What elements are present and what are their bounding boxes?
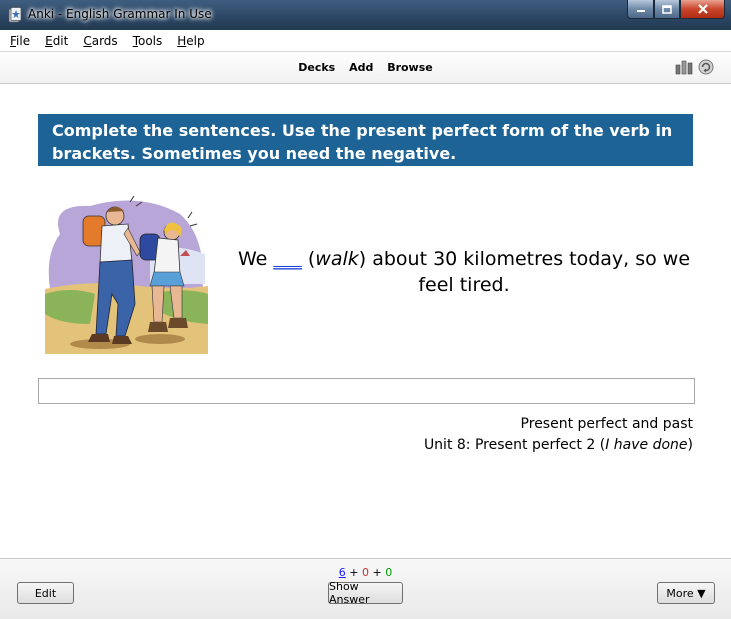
source-reference: Present perfect and past Unit 8: Present… — [424, 414, 693, 456]
anki-app-icon — [8, 7, 22, 23]
menu-edit[interactable]: Edit — [45, 34, 68, 48]
window-title: Anki - English Grammar In Use — [28, 7, 212, 21]
source-topic: Present perfect and past — [520, 416, 693, 432]
maximize-button[interactable] — [654, 0, 680, 19]
source-unit: Unit 8: Present perfect 2 (I have done) — [423, 437, 693, 453]
menu-bar: File Edit Cards Tools Help — [0, 30, 731, 52]
more-button[interactable]: More ▼ — [657, 582, 715, 604]
browse-link[interactable]: Browse — [387, 61, 433, 74]
menu-file[interactable]: File — [10, 34, 30, 48]
top-nav: Decks Add Browse — [0, 61, 731, 74]
window-controls — [627, 0, 725, 19]
question-text: We ___ (walk) about 30 kilometres today,… — [237, 248, 691, 296]
menu-help[interactable]: Help — [177, 34, 204, 48]
show-answer-button[interactable]: Show Answer — [328, 580, 403, 606]
close-icon — [697, 4, 708, 14]
stats-icon[interactable] — [675, 59, 693, 75]
minimize-button[interactable] — [627, 0, 654, 19]
menu-tools[interactable]: Tools — [133, 34, 163, 48]
sync-icon[interactable] — [698, 59, 714, 75]
answer-input[interactable] — [38, 378, 695, 404]
add-link[interactable]: Add — [349, 61, 373, 74]
close-button[interactable] — [680, 0, 725, 19]
verb-hint: walk — [315, 248, 359, 270]
hikers-illustration — [45, 195, 208, 354]
title-bar: Anki - English Grammar In Use — [0, 0, 731, 30]
toolbar: Decks Add Browse — [0, 52, 731, 84]
menu-cards[interactable]: Cards — [83, 34, 117, 48]
maximize-icon — [662, 4, 672, 14]
decks-link[interactable]: Decks — [298, 61, 335, 74]
learning-count: 0 — [362, 566, 369, 579]
review-count: 0 — [385, 566, 393, 579]
new-count: 6 — [338, 566, 346, 579]
answer-blank: ___ — [273, 248, 302, 270]
instructions-banner: Complete the sentences. Use the present … — [38, 114, 693, 166]
minimize-icon — [636, 10, 645, 12]
due-counts: 6 + 0 + 0 — [338, 566, 393, 579]
edit-button[interactable]: Edit — [17, 582, 74, 604]
